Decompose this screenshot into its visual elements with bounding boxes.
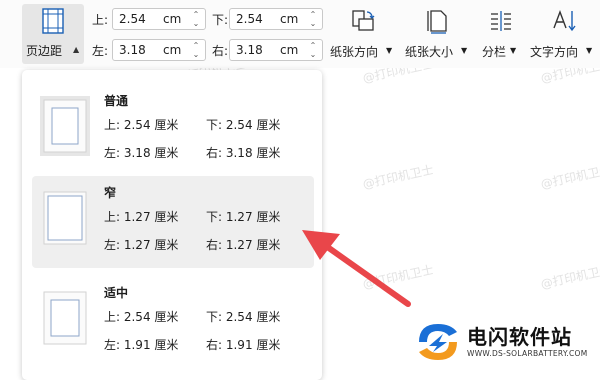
page-margin-icon [42, 8, 64, 34]
bottom-margin-input[interactable]: 2.54 cm ⌃ ⌄ [229, 8, 323, 30]
preset-bottom-value: 下: 2.54 厘米 [206, 118, 281, 132]
paper-size-button[interactable]: 纸张大小 ▼ [405, 6, 471, 64]
left-margin-label: 左: [92, 44, 109, 58]
bottom-margin-unit: cm [280, 12, 299, 26]
right-margin-unit: cm [280, 43, 299, 57]
preset-name: 普通 [104, 94, 129, 108]
paper-size-icon [427, 10, 447, 34]
brand-url: WWW.DS-SOLARBATTERY.COM [467, 349, 588, 358]
right-margin-input[interactable]: 3.18 cm ⌃ ⌄ [229, 39, 323, 61]
top-margin-label: 上: [92, 13, 109, 27]
caret-up-icon: ▲ [73, 45, 80, 54]
preset-top-value: 上: 2.54 厘米 [104, 310, 179, 324]
page-thumbnail-icon [43, 191, 87, 245]
margin-presets-dropdown: 普通 上: 2.54 厘米 下: 2.54 厘米 左: 3.18 厘米 右: 3… [22, 70, 322, 380]
orientation-icon [352, 10, 375, 31]
preset-bottom-value: 下: 2.54 厘米 [206, 310, 281, 324]
watermark-text: @打印机卫士 [361, 162, 435, 192]
bottom-margin-label: 下: [212, 13, 229, 27]
preset-right-value: 右: 1.91 厘米 [206, 338, 281, 352]
bottom-margin-value: 2.54 [236, 12, 263, 26]
left-margin-input[interactable]: 3.18 cm ⌃ ⌄ [112, 39, 206, 61]
preset-moderate[interactable]: 适中 上: 2.54 厘米 下: 2.54 厘米 左: 1.91 厘米 右: 1… [32, 276, 314, 368]
right-margin-label: 右: [212, 44, 229, 58]
spinner-arrows-icon[interactable]: ⌃ ⌄ [307, 41, 319, 59]
top-margin-unit: cm [163, 12, 182, 26]
right-margin-value: 3.18 [236, 43, 263, 57]
layout-toolbar: 页边距 ▲ 上: 2.54 cm ⌃ ⌄ 下: 2.54 cm ⌃ ⌄ 左: 3.1… [0, 0, 600, 68]
preset-top-value: 上: 1.27 厘米 [104, 210, 179, 224]
brand-logo: 电闪软件站 WWW.DS-SOLARBATTERY.COM [415, 318, 595, 366]
preset-name: 适中 [104, 286, 129, 300]
left-margin-unit: cm [163, 43, 182, 57]
page-thumbnail-icon [40, 96, 90, 156]
preset-bottom-value: 下: 1.27 厘米 [206, 210, 281, 224]
watermark-text: @打印机卫士 [539, 262, 600, 292]
columns-icon [491, 11, 511, 31]
preset-top-value: 上: 2.54 厘米 [104, 118, 179, 132]
preset-right-value: 右: 3.18 厘米 [206, 146, 281, 160]
columns-label: 分栏 [482, 45, 507, 59]
left-margin-value: 3.18 [119, 43, 146, 57]
page-margin-label: 页边距 [26, 44, 63, 58]
spinner-arrows-icon[interactable]: ⌃ ⌄ [190, 41, 202, 59]
preset-left-value: 左: 1.27 厘米 [104, 238, 179, 252]
preset-narrow[interactable]: 窄 上: 1.27 厘米 下: 1.27 厘米 左: 1.27 厘米 右: 1.… [32, 176, 314, 268]
paper-orientation-label: 纸张方向 [330, 45, 379, 59]
preset-right-value: 右: 1.27 厘米 [206, 238, 281, 252]
spinner-arrows-icon[interactable]: ⌃ ⌄ [307, 10, 319, 28]
preset-left-value: 左: 3.18 厘米 [104, 146, 179, 160]
top-margin-value: 2.54 [119, 12, 146, 26]
preset-left-value: 左: 1.91 厘米 [104, 338, 179, 352]
text-direction-button[interactable]: 文字方向 ▼ [530, 6, 596, 64]
preset-name: 窄 [104, 186, 117, 200]
caret-down-icon: ▼ [461, 46, 468, 55]
page-margin-button[interactable]: 页边距 ▲ [22, 4, 84, 64]
brand-logo-icon [419, 324, 457, 360]
watermark-text: @打印机卫士 [539, 162, 600, 192]
paper-size-label: 纸张大小 [405, 45, 454, 59]
pointer-arrow-icon [302, 230, 411, 307]
columns-button[interactable]: 分栏 ▼ [480, 6, 524, 64]
caret-down-icon: ▼ [510, 46, 517, 55]
spinner-arrows-icon[interactable]: ⌃ ⌄ [190, 10, 202, 28]
text-direction-label: 文字方向 [530, 45, 579, 59]
caret-down-icon: ▼ [386, 46, 393, 55]
brand-name: 电闪软件站 [467, 325, 572, 349]
page-thumbnail-icon [43, 291, 87, 345]
preset-normal[interactable]: 普通 上: 2.54 厘米 下: 2.54 厘米 左: 3.18 厘米 右: 3… [32, 84, 314, 176]
text-direction-icon [553, 10, 576, 32]
paper-orientation-button[interactable]: 纸张方向 ▼ [330, 6, 396, 64]
caret-down-icon: ▼ [586, 46, 593, 55]
top-margin-input[interactable]: 2.54 cm ⌃ ⌄ [112, 8, 206, 30]
